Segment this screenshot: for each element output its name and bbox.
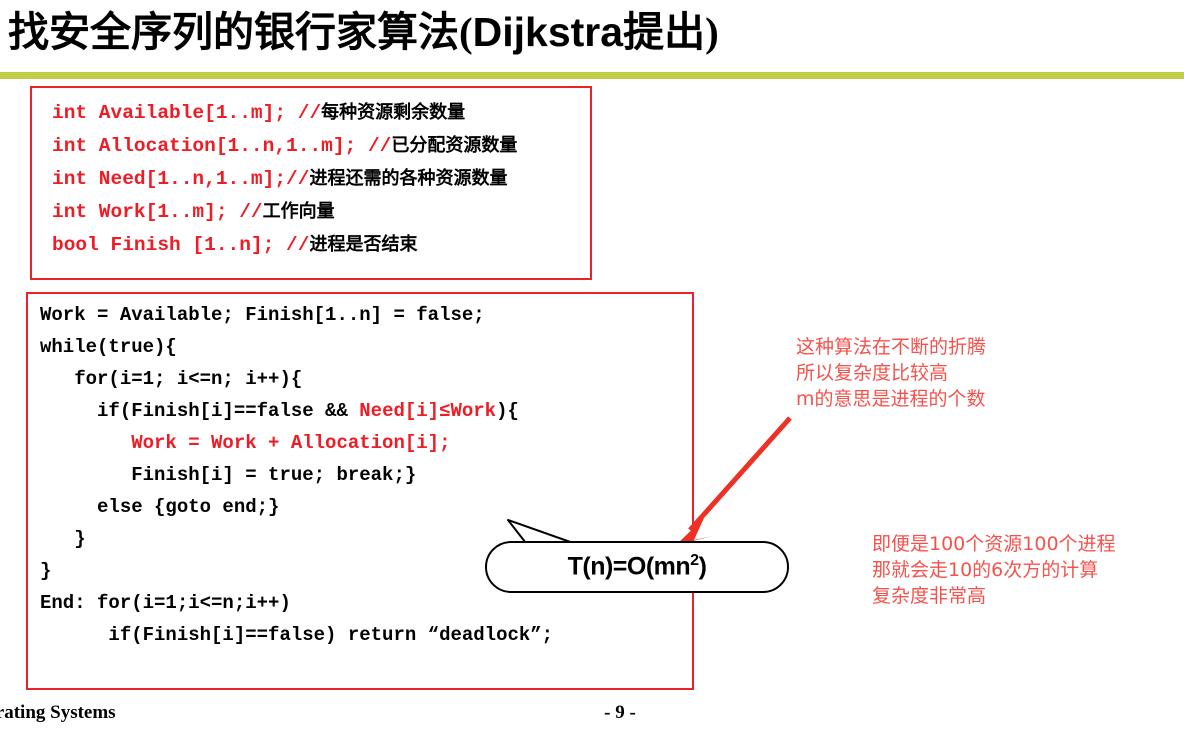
code-text: int Work[1..m];: [52, 201, 240, 223]
code-text: Finish[i] = true; break;}: [40, 464, 417, 486]
code-line: Finish[i] = true; break;}: [40, 464, 416, 486]
annotation-top-line-2: 所以复杂度比较高: [796, 362, 949, 384]
code-text: bool Finish [1..n];: [52, 234, 287, 256]
code-text: int Allocation[1..n,1..m];: [52, 135, 368, 157]
code-line: else {goto end;}: [40, 496, 279, 518]
comment-slashes: //: [239, 201, 263, 223]
code-line: int Need[1..n,1..m];//进程还需的各种资源数量: [52, 164, 507, 190]
code-text: for(i=1; i<=n; i++){: [40, 368, 303, 390]
code-text: int Need[1..n,1..m];: [52, 168, 287, 190]
complexity-suffix: ): [698, 552, 707, 581]
code-text: while(true){: [40, 336, 177, 358]
code-text: ){: [496, 400, 519, 422]
algorithm-code-box: Work = Available; Finish[1..n] = false; …: [26, 292, 694, 690]
title-accent-bar: [0, 72, 1184, 79]
page-title-cjk-suffix: 提出): [623, 9, 719, 55]
complexity-base: T(n)=O(mn: [567, 552, 691, 581]
code-line: Work = Available; Finish[1..n] = false;: [40, 304, 485, 326]
declarations-code-box: int Available[1..m]; //每种资源剩余数量 int Allo…: [30, 86, 592, 280]
complexity-exponent: 2: [690, 552, 699, 570]
complexity-callout: T(n)=O(mn2): [485, 541, 789, 593]
code-line: if(Finish[i]==false) return “deadlock”;: [40, 624, 553, 646]
code-text: if(Finish[i]==false &&: [40, 400, 360, 422]
code-text: else {goto end;}: [40, 496, 280, 518]
code-text-highlight: Need[i]≤Work: [359, 400, 497, 422]
annotation-top-line-3: m的意思是进程的个数: [796, 388, 986, 410]
annotation-bottom-line-2: 那就会走10的6次方的计算: [872, 559, 1099, 581]
annotation-bottom-line-3: 复杂度非常高: [872, 585, 987, 607]
code-line: }: [40, 560, 51, 582]
code-text-highlight: Work = Work + Allocation[i];: [131, 432, 451, 454]
code-text: Work = Available; Finish[1..n] = false;: [40, 304, 485, 326]
comment-slashes: //: [286, 234, 310, 256]
code-line: int Available[1..m]; //每种资源剩余数量: [52, 98, 465, 124]
code-comment: 工作向量: [262, 201, 335, 222]
code-line: if(Finish[i]==false && Need[i]≤Work){: [40, 400, 519, 422]
code-line: int Work[1..m]; //工作向量: [52, 197, 335, 223]
code-line: End: for(i=1;i<=n;i++): [40, 592, 291, 614]
annotation-top-line-1: 这种算法在不断的折腾: [796, 336, 987, 358]
annotation-bottom: 即便是100个资源100个进程 那就会走10的6次方的计算 复杂度非常高: [872, 531, 1116, 609]
code-text: }: [40, 528, 86, 550]
annotation-bottom-line-1: 即便是100个资源100个进程: [872, 533, 1116, 555]
code-comment: 每种资源剩余数量: [321, 102, 466, 123]
page-title-cjk-prefix: 找安全序列的银行家算法(: [8, 9, 473, 55]
code-text: End: for(i=1;i<=n;i++): [40, 592, 291, 614]
comment-slashes: //: [286, 168, 310, 190]
code-text: }: [40, 560, 52, 582]
code-text: if(Finish[i]==false) return “deadlock”;: [40, 624, 554, 646]
code-line: for(i=1; i<=n; i++){: [40, 368, 302, 390]
code-line: }: [40, 528, 86, 550]
code-comment: 进程是否结束: [309, 234, 418, 255]
code-line: while(true){: [40, 336, 177, 358]
code-text: int Available[1..m];: [52, 102, 298, 124]
code-comment: 已分配资源数量: [391, 135, 518, 156]
page-title: 找安全序列的银行家算法(Dijkstra提出): [8, 2, 1168, 64]
code-comment: 进程还需的各种资源数量: [309, 168, 508, 189]
footer-course-label: Operating Systems: [0, 702, 116, 723]
footer-page-number: - 9 -: [604, 702, 636, 723]
comment-slashes: //: [297, 102, 322, 124]
complexity-callout-text: T(n)=O(mn2): [568, 552, 707, 581]
page-title-latin: Dijkstra: [472, 9, 624, 55]
comment-slashes: //: [367, 135, 392, 157]
annotation-top: 这种算法在不断的折腾 所以复杂度比较高 m的意思是进程的个数: [796, 334, 986, 412]
code-line: int Allocation[1..n,1..m]; //已分配资源数量: [52, 131, 517, 157]
code-line: Work = Work + Allocation[i];: [40, 432, 450, 454]
code-line: bool Finish [1..n]; //进程是否结束: [52, 230, 417, 256]
